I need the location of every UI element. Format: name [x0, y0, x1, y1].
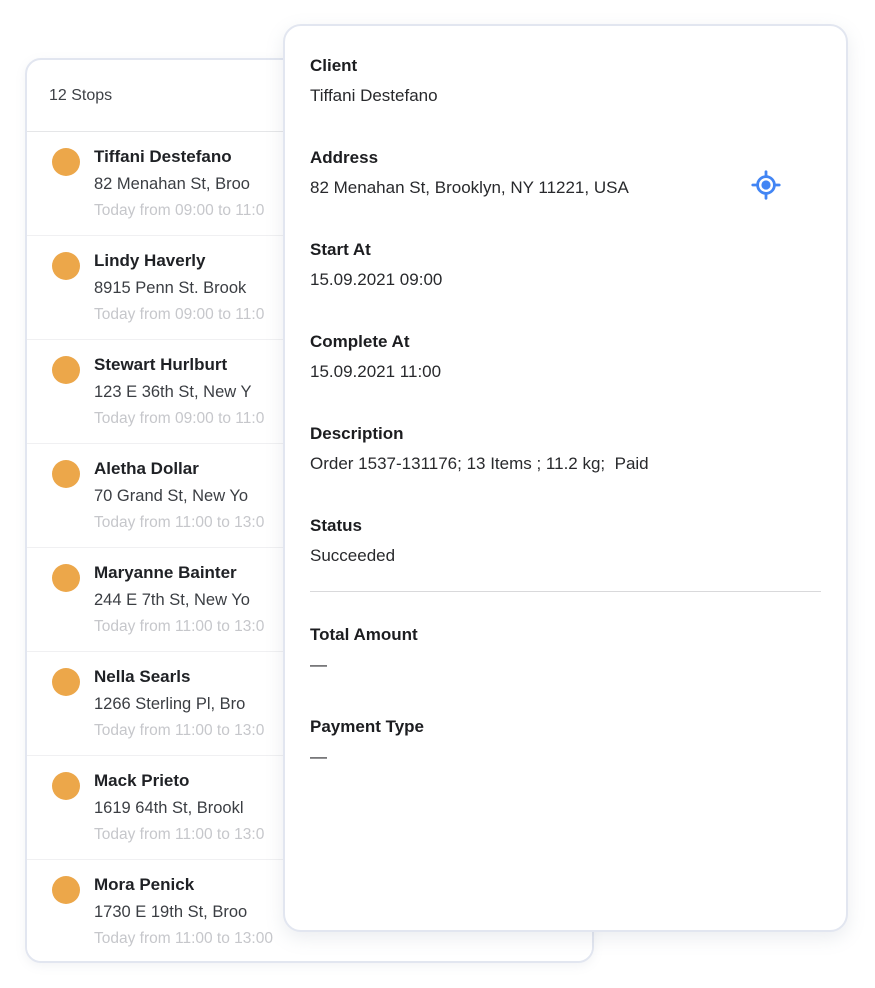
start-at-label: Start At	[310, 238, 821, 262]
stop-detail-panel: Client Tiffani Destefano Address 82 Mena…	[283, 24, 848, 932]
my-location-icon	[751, 170, 781, 200]
stop-marker-icon	[52, 668, 80, 696]
address-field: Address 82 Menahan St, Brooklyn, NY 1122…	[310, 146, 821, 200]
description-field: Description Order 1537-131176; 13 Items …	[310, 422, 821, 476]
start-at-value: 15.09.2021 09:00	[310, 268, 821, 292]
stop-marker-icon	[52, 876, 80, 904]
address-label: Address	[310, 146, 821, 170]
payment-type-label: Payment Type	[310, 715, 821, 739]
client-value: Tiffani Destefano	[310, 84, 821, 108]
payment-type-field: Payment Type —	[310, 715, 821, 769]
complete-at-value: 15.09.2021 11:00	[310, 360, 821, 384]
address-value: 82 Menahan St, Brooklyn, NY 11221, USA	[310, 176, 821, 200]
client-field: Client Tiffani Destefano	[310, 54, 821, 108]
complete-at-field: Complete At 15.09.2021 11:00	[310, 330, 821, 384]
stop-marker-icon	[52, 564, 80, 592]
stop-marker-icon	[52, 772, 80, 800]
complete-at-label: Complete At	[310, 330, 821, 354]
status-label: Status	[310, 514, 821, 538]
stop-marker-icon	[52, 148, 80, 176]
status-field: Status Succeeded	[310, 514, 821, 568]
stop-marker-icon	[52, 356, 80, 384]
stops-count-label: 12 Stops	[49, 87, 112, 105]
total-amount-value: —	[310, 653, 821, 677]
client-label: Client	[310, 54, 821, 78]
divider	[310, 591, 821, 592]
locate-on-map-button[interactable]	[751, 170, 781, 200]
payment-type-value: —	[310, 745, 821, 769]
description-label: Description	[310, 422, 821, 446]
description-value: Order 1537-131176; 13 Items ; 11.2 kg; P…	[310, 452, 821, 476]
stop-marker-icon	[52, 252, 80, 280]
total-amount-label: Total Amount	[310, 623, 821, 647]
status-value: Succeeded	[310, 544, 821, 568]
start-at-field: Start At 15.09.2021 09:00	[310, 238, 821, 292]
total-amount-field: Total Amount —	[310, 623, 821, 677]
stop-marker-icon	[52, 460, 80, 488]
